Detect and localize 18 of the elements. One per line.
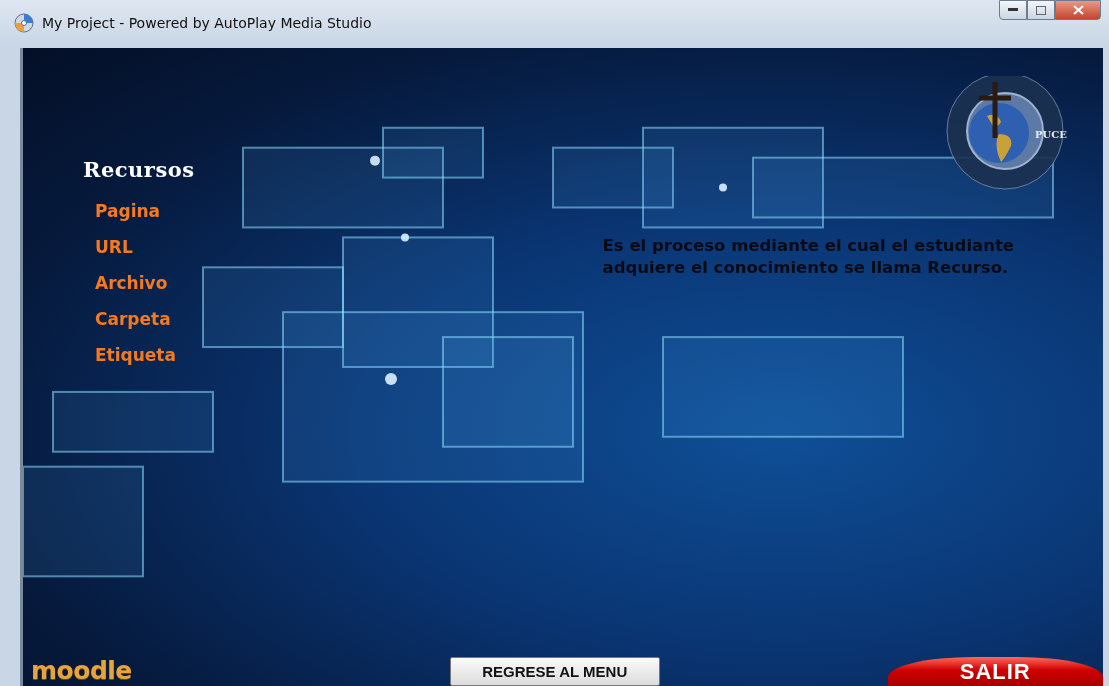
back-to-menu-button[interactable]: REGRESE AL MENU <box>450 657 660 686</box>
minimize-icon <box>1008 8 1018 12</box>
menu-link[interactable]: Pagina <box>95 200 176 236</box>
maximize-icon <box>1036 5 1046 15</box>
menu-link[interactable]: Carpeta <box>95 308 176 344</box>
menu-heading: Recursos <box>83 157 195 182</box>
window-title: My Project - Powered by AutoPlay Media Studio <box>42 15 373 31</box>
menu-link[interactable]: URL <box>95 236 176 272</box>
moodle-logo: moodle <box>31 656 132 686</box>
description-text: Es el proceso mediante el cual el estudiante adquiere el conocimiento se llama Recurso. <box>602 235 1016 279</box>
menu-link[interactable]: Etiqueta <box>95 344 176 380</box>
minimize-button[interactable] <box>999 0 1027 20</box>
app-icon <box>14 13 34 33</box>
close-icon <box>1072 5 1084 15</box>
close-button[interactable] <box>1055 0 1101 20</box>
menu-link[interactable]: Archivo <box>95 272 176 308</box>
maximize-button[interactable] <box>1027 0 1055 20</box>
exit-button[interactable]: SALIR <box>887 657 1103 686</box>
